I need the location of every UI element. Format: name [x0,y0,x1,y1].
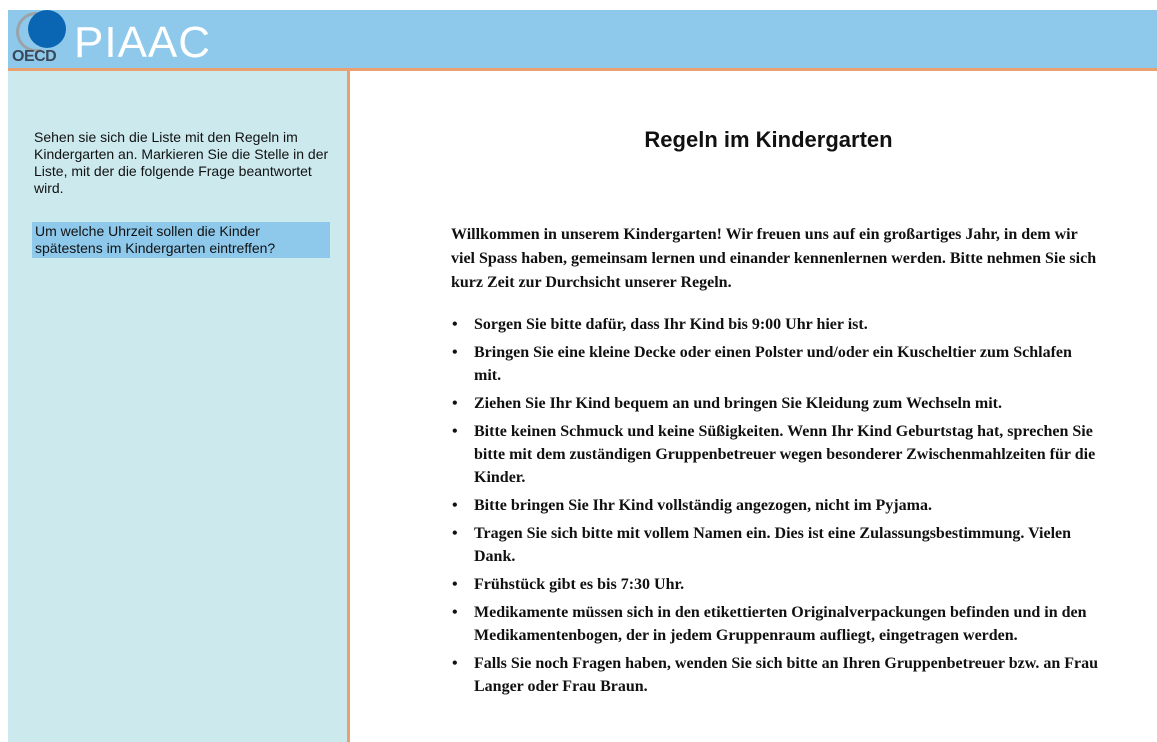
bullet-icon: • [452,525,458,542]
rule-item[interactable]: • Bringen Sie eine kleine Decke oder eine… [451,341,1101,387]
rule-text[interactable]: Sorgen Sie bitte dafür, dass Ihr Kind bi… [474,316,868,333]
rule-item[interactable]: • Sorgen Sie bitte dafür, dass Ihr Kind b… [451,313,1101,336]
task-question: Um welche Uhrzeit sollen die Kinder spät… [32,222,330,258]
rule-item[interactable]: • Bitte bringen Sie Ihr Kind vollständig … [451,494,1101,517]
page-title: Regeln im Kindergarten [644,127,893,152]
rule-item[interactable]: • Bitte keinen Schmuck und keine Süßigkei… [451,420,1101,489]
rule-item[interactable]: • Tragen Sie sich bitte mit vollem Namen … [451,522,1101,568]
rule-item[interactable]: • Falls Sie noch Fragen haben, wenden Sie… [451,652,1101,698]
bullet-icon: • [452,604,458,621]
rule-item[interactable]: • Frühstück gibt es bis 7:30 Uhr. [451,573,1101,596]
bullet-icon: • [452,316,458,333]
oecd-logo-text: OECD [12,48,57,65]
task-sidebar: Sehen sie sich die Liste mit den Regeln … [8,71,350,742]
task-instructions: Sehen sie sich die Liste mit den Regeln … [34,129,329,196]
bullet-icon: • [452,395,458,412]
rules-list: • Sorgen Sie bitte dafür, dass Ihr Kind b… [451,313,1101,703]
rule-text[interactable]: Frühstück gibt es bis 7:30 Uhr. [474,576,684,593]
rule-text[interactable]: Ziehen Sie Ihr Kind bequem an und bringe… [474,395,1002,412]
rule-text[interactable]: Bringen Sie eine kleine Decke oder einen… [474,344,1072,384]
rule-text[interactable]: Tragen Sie sich bitte mit vollem Namen e… [474,525,1071,565]
rule-text[interactable]: Bitte keinen Schmuck und keine Süßigkeit… [474,423,1095,486]
bullet-icon: • [452,423,458,440]
bullet-icon: • [452,655,458,672]
rule-text[interactable]: Bitte bringen Sie Ihr Kind vollständig a… [474,497,932,514]
rule-text[interactable]: Medikamente müssen sich in den etikettie… [474,604,1087,644]
piaac-brand: PIAAC [74,18,212,67]
rule-item[interactable]: • Ziehen Sie Ihr Kind bequem an und bring… [451,392,1101,415]
rule-item[interactable]: • Medikamente müssen sich in den etiketti… [451,601,1101,647]
rule-text[interactable]: Falls Sie noch Fragen haben, wenden Sie … [474,655,1098,695]
bullet-icon: • [452,497,458,514]
intro-text[interactable]: Willkommen in unserem Kindergarten! Wir … [451,223,1101,295]
stimulus-content: Regeln im Kindergarten Willkommen in uns… [350,71,1157,742]
oecd-logo-icon [28,10,66,48]
bullet-icon: • [452,576,458,593]
bullet-icon: • [452,344,458,361]
app-header: OECD PIAAC [8,10,1157,71]
